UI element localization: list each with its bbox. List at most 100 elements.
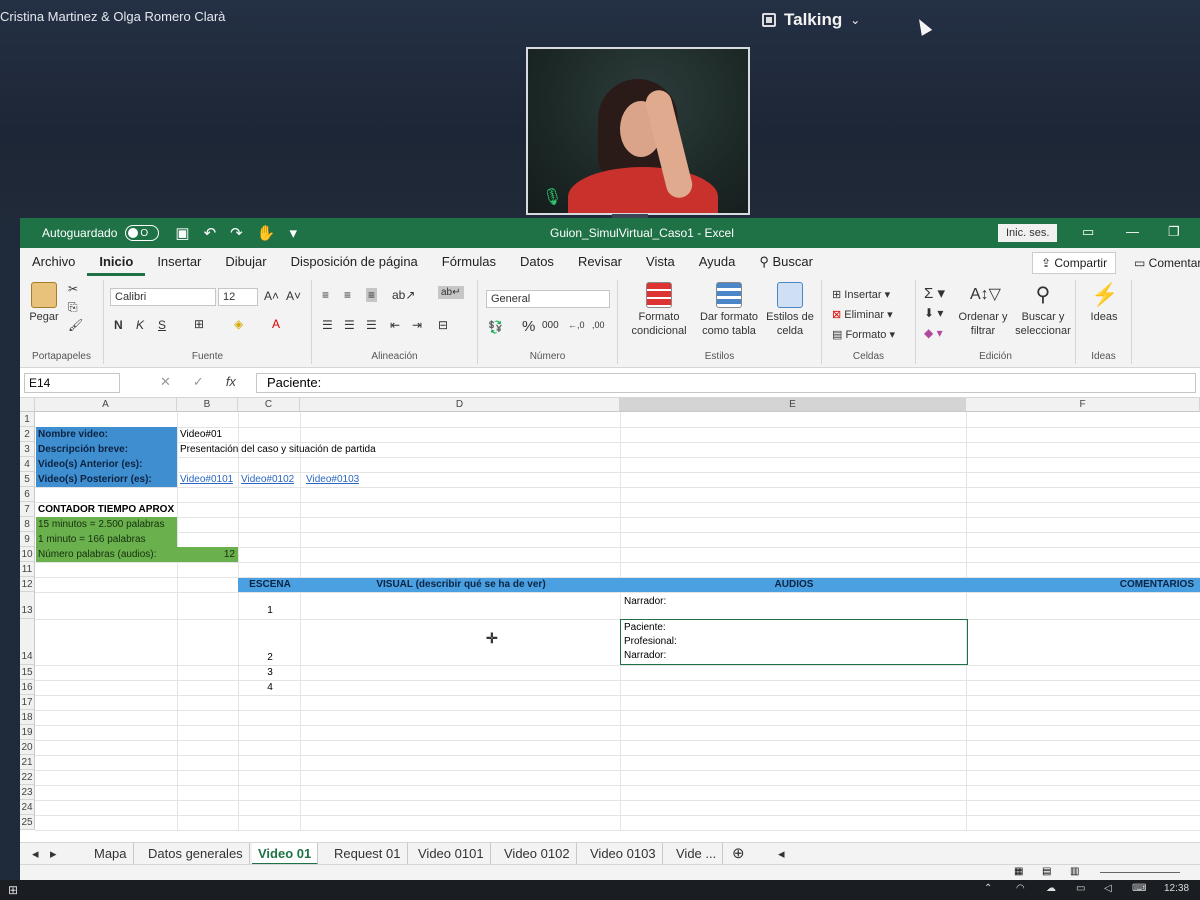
thousands-icon[interactable]: 000: [542, 320, 559, 331]
cut-icon[interactable]: ✂: [68, 282, 78, 296]
row-header[interactable]: 24: [20, 800, 35, 815]
column-header-d[interactable]: D: [300, 398, 620, 412]
cell-c16[interactable]: 4: [238, 680, 300, 695]
row-header[interactable]: 3: [20, 442, 35, 457]
tray-chevron-icon[interactable]: ⌃: [984, 883, 992, 894]
wifi-icon[interactable]: ◠: [1016, 883, 1025, 894]
minimize-icon[interactable]: —: [1126, 224, 1139, 239]
ideas-button[interactable]: ⚡ Ideas: [1082, 282, 1126, 324]
cancel-icon[interactable]: ✕: [160, 374, 171, 390]
column-header-c[interactable]: C: [238, 398, 300, 412]
wrap-text-icon[interactable]: ab↵: [438, 286, 464, 299]
ribbon-display-icon[interactable]: ▭: [1082, 224, 1094, 240]
row-header[interactable]: 10: [20, 547, 35, 562]
windows-start-icon[interactable]: ⊞: [8, 883, 18, 897]
cell-styles-button[interactable]: Estilos de celda: [762, 282, 818, 338]
decrease-indent-icon[interactable]: ⇤: [390, 318, 400, 332]
cell-a10[interactable]: Número palabras (audios):: [36, 547, 177, 562]
sheet-tab-video-0103[interactable]: Video 0103: [584, 843, 663, 865]
grow-font-icon[interactable]: A˄: [264, 289, 279, 303]
row-header[interactable]: 8: [20, 517, 35, 532]
row-header[interactable]: 9: [20, 532, 35, 547]
format-cells-button[interactable]: ▤ Formato ▾: [832, 328, 895, 341]
italic-icon[interactable]: K: [136, 318, 144, 332]
tab-next-icon[interactable]: ▸: [44, 843, 63, 865]
cell-a2[interactable]: Nombre video:: [36, 427, 177, 442]
row-header[interactable]: 21: [20, 755, 35, 770]
decrease-decimal-icon[interactable]: ,00: [592, 320, 605, 330]
conditional-format-button[interactable]: Formato condicional: [624, 282, 694, 338]
column-header-b[interactable]: B: [177, 398, 238, 412]
number-format-select[interactable]: General: [486, 290, 610, 308]
row-header[interactable]: 17: [20, 695, 35, 710]
bold-icon[interactable]: N: [114, 318, 123, 332]
cell-b3[interactable]: Presentación del caso y situación de par…: [178, 442, 376, 457]
row-header[interactable]: 7: [20, 502, 35, 517]
row-header[interactable]: 23: [20, 785, 35, 800]
row-header[interactable]: 1: [20, 412, 35, 427]
cell-c14[interactable]: 2: [238, 619, 300, 665]
formula-input[interactable]: Paciente:: [256, 373, 1196, 393]
borders-icon[interactable]: ⊞: [194, 317, 204, 331]
font-size-select[interactable]: 12: [218, 288, 258, 306]
font-name-select[interactable]: Calibri: [110, 288, 216, 306]
row-header[interactable]: 13: [20, 592, 35, 619]
language-icon[interactable]: ⌨: [1132, 883, 1146, 894]
comment-button[interactable]: ▭ Comentar: [1128, 252, 1200, 274]
battery-icon[interactable]: ▭: [1076, 883, 1085, 894]
row-header[interactable]: 16: [20, 680, 35, 695]
redo-icon[interactable]: ↷: [230, 224, 243, 242]
header-comentarios[interactable]: COMENTARIOS: [966, 578, 1200, 592]
column-header-f[interactable]: F: [966, 398, 1200, 412]
header-audios[interactable]: AUDIOS: [620, 578, 966, 592]
insert-cells-button[interactable]: ⊞ Insertar ▾: [832, 288, 890, 301]
copy-icon[interactable]: ⎘: [68, 300, 78, 315]
sheet-tab-video-0102[interactable]: Video 0102: [498, 843, 577, 865]
row-header[interactable]: 4: [20, 457, 35, 472]
share-button[interactable]: ⇪ Compartir: [1032, 252, 1117, 274]
link-video-0103[interactable]: Video#0103: [304, 472, 359, 487]
underline-icon[interactable]: S: [158, 318, 166, 332]
cell-a8[interactable]: 15 minutos = 2.500 palabras: [36, 517, 177, 532]
touch-mode-icon[interactable]: ✋: [257, 224, 276, 242]
align-middle-icon[interactable]: ≡: [344, 288, 351, 302]
search-box[interactable]: ⚲ Buscar: [747, 248, 825, 276]
accounting-icon[interactable]: 💱: [488, 320, 503, 334]
column-header-e[interactable]: E: [620, 398, 966, 412]
fill-color-icon[interactable]: ◈: [234, 317, 243, 331]
taskbar-clock[interactable]: 12:38: [1164, 883, 1189, 894]
shrink-font-icon[interactable]: A˅: [286, 289, 301, 303]
cell-a4[interactable]: Video(s) Anterior (es):: [36, 457, 177, 472]
row-header[interactable]: 5: [20, 472, 35, 487]
tab-prev-icon[interactable]: ◂: [26, 843, 45, 865]
header-escena[interactable]: ESCENA: [238, 578, 300, 592]
autosave-toggle[interactable]: O: [125, 225, 160, 241]
save-icon[interactable]: ▣: [175, 224, 189, 242]
row-header[interactable]: 12: [20, 577, 35, 592]
format-painter-icon[interactable]: 🖌: [68, 318, 83, 332]
row-header[interactable]: 18: [20, 710, 35, 725]
worksheet-grid[interactable]: A B C D E F 1 2 3 4 5 6 7 8 9 10 11 12 1…: [20, 398, 1200, 842]
row-header[interactable]: 11: [20, 562, 35, 577]
undo-icon[interactable]: ↶: [204, 224, 217, 242]
row-header[interactable]: 20: [20, 740, 35, 755]
fill-icon[interactable]: ⬇ ▾: [924, 306, 943, 320]
orientation-icon[interactable]: ab↗: [392, 288, 415, 302]
microphone-icon[interactable]: 🎙: [542, 187, 562, 207]
sheet-tab-request-01[interactable]: Request 01: [328, 843, 408, 865]
sheet-tab-video-01[interactable]: Video 01: [252, 843, 319, 865]
cell-a5[interactable]: Video(s) Posteriorr (es):: [36, 472, 177, 487]
tab-formulas[interactable]: Fórmulas: [430, 248, 508, 276]
header-visual[interactable]: VISUAL (describir qué se ha de ver): [300, 578, 620, 592]
link-video-0101[interactable]: Video#0101: [178, 472, 233, 487]
confirm-icon[interactable]: ✓: [193, 374, 204, 390]
cell-c13[interactable]: 1: [238, 592, 300, 619]
sheet-tab-datos-generales[interactable]: Datos generales: [142, 843, 250, 865]
cell-e13[interactable]: Narrador:: [622, 594, 666, 609]
select-all-corner[interactable]: [20, 398, 35, 412]
tab-insertar[interactable]: Insertar: [145, 248, 213, 276]
row-header[interactable]: 15: [20, 665, 35, 680]
format-table-button[interactable]: Dar formato como tabla: [694, 282, 764, 338]
maximize-icon[interactable]: ❐: [1168, 224, 1180, 240]
link-video-0102[interactable]: Video#0102: [239, 472, 294, 487]
